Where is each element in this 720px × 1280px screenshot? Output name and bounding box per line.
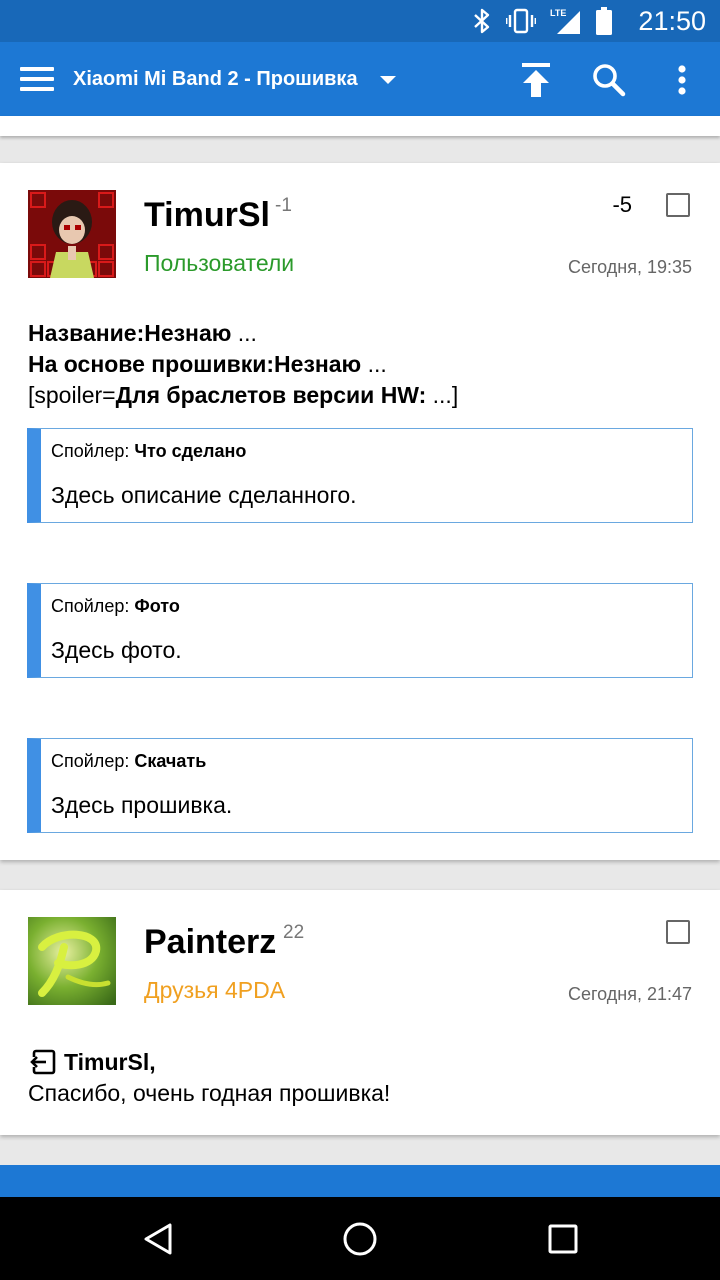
status-time: 21:50 (638, 6, 706, 36)
back-icon[interactable] (136, 1217, 180, 1261)
avatar[interactable] (28, 190, 116, 278)
scroll-top-icon[interactable] (516, 60, 556, 100)
search-icon[interactable] (589, 60, 629, 100)
status-bar: LTE 21:50 (0, 0, 720, 42)
vibrate-icon (506, 8, 536, 34)
network-label: LTE (550, 8, 566, 18)
user-group: Друзья 4PDA (144, 977, 286, 1003)
spoiler-header: Спойлер: Скачать (51, 751, 207, 771)
topic-title[interactable]: Xiaomi Mi Band 2 - Прошивка (73, 65, 358, 93)
reputation[interactable]: 22 (283, 922, 304, 944)
bluetooth-icon (474, 8, 490, 34)
post-line: На основе прошивки:Незнаю ... (28, 351, 387, 377)
reply-quote-icon[interactable] (28, 1049, 56, 1075)
spoiler-header: Спойлер: Фото (51, 596, 180, 616)
post-author[interactable]: TimurSl (144, 195, 270, 235)
spoiler-header: Спойлер: Что сделано (51, 441, 247, 461)
bottom-bar[interactable] (0, 1165, 720, 1197)
post-card: TimurSl -1 Пользователи -5 Сегодня, 19:3… (0, 163, 720, 860)
spoiler-block[interactable]: Спойлер: Скачать Здесь прошивка. (27, 738, 693, 833)
post-date: Сегодня, 19:35 (567, 257, 692, 277)
spoiler-content: Здесь прошивка. (51, 792, 233, 818)
post-line: Название:Незнаю ... (28, 320, 257, 346)
more-vert-icon[interactable] (662, 60, 702, 100)
app-bar: Xiaomi Mi Band 2 - Прошивка (0, 42, 720, 116)
spoiler-block[interactable]: Спойлер: Фото Здесь фото. (27, 583, 693, 678)
menu-icon[interactable] (20, 67, 54, 91)
post-author[interactable]: Painterz (144, 922, 276, 962)
reply-mention: TimurSl, (28, 1047, 156, 1077)
select-post-checkbox[interactable] (666, 920, 690, 944)
spoiler-content: Здесь описание сделанного. (51, 482, 357, 508)
post-text: Спасибо, очень годная прошивка! (28, 1080, 391, 1106)
post-rating[interactable]: -5 (612, 192, 632, 218)
post-line: [spoiler=Для браслетов версии HW: ...] (28, 382, 459, 408)
post-body: Название:Незнаю ... На основе прошивки:Н… (28, 318, 458, 411)
recents-icon[interactable] (541, 1217, 585, 1261)
home-icon[interactable] (338, 1217, 382, 1261)
post-date: Сегодня, 21:47 (567, 984, 692, 1004)
select-post-checkbox[interactable] (666, 193, 690, 217)
dropdown-caret-icon[interactable] (380, 76, 396, 84)
status-icons: LTE (472, 7, 612, 35)
post-card: Painterz 22 Друзья 4PDA Сегодня, 21:47 T… (0, 890, 720, 1135)
lte-signal-icon: LTE (550, 8, 580, 34)
user-group: Пользователи (144, 250, 295, 276)
mention-name[interactable]: TimurSl, (64, 1047, 156, 1077)
previous-post-end (0, 116, 720, 136)
navigation-bar (0, 1197, 720, 1280)
reputation[interactable]: -1 (275, 195, 292, 217)
avatar[interactable] (28, 917, 116, 1005)
spoiler-content: Здесь фото. (51, 637, 182, 663)
spoiler-block[interactable]: Спойлер: Что сделано Здесь описание сдел… (27, 428, 693, 523)
battery-icon (596, 7, 612, 35)
